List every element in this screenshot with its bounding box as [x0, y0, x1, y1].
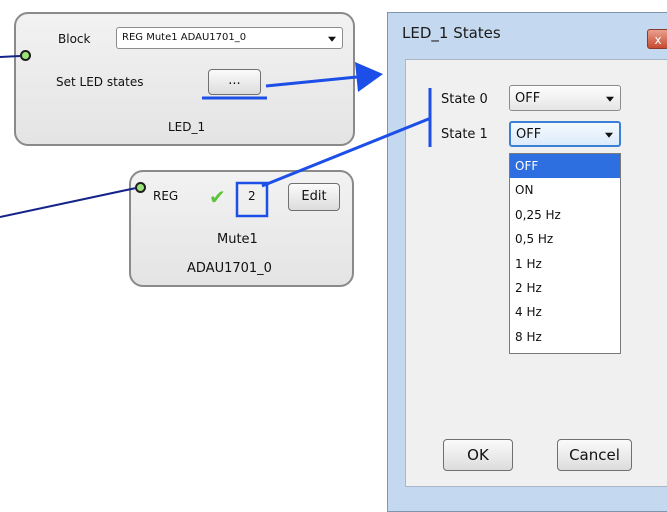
annotation-arrow-line	[265, 75, 358, 88]
annotation-overlay	[0, 55, 432, 218]
annotation-link-line	[261, 116, 432, 188]
annotation-arrowhead	[355, 62, 383, 92]
wire-to-led-port	[0, 55, 21, 58]
number-highlight-box	[235, 181, 269, 218]
wire-to-reg-port	[0, 187, 137, 218]
